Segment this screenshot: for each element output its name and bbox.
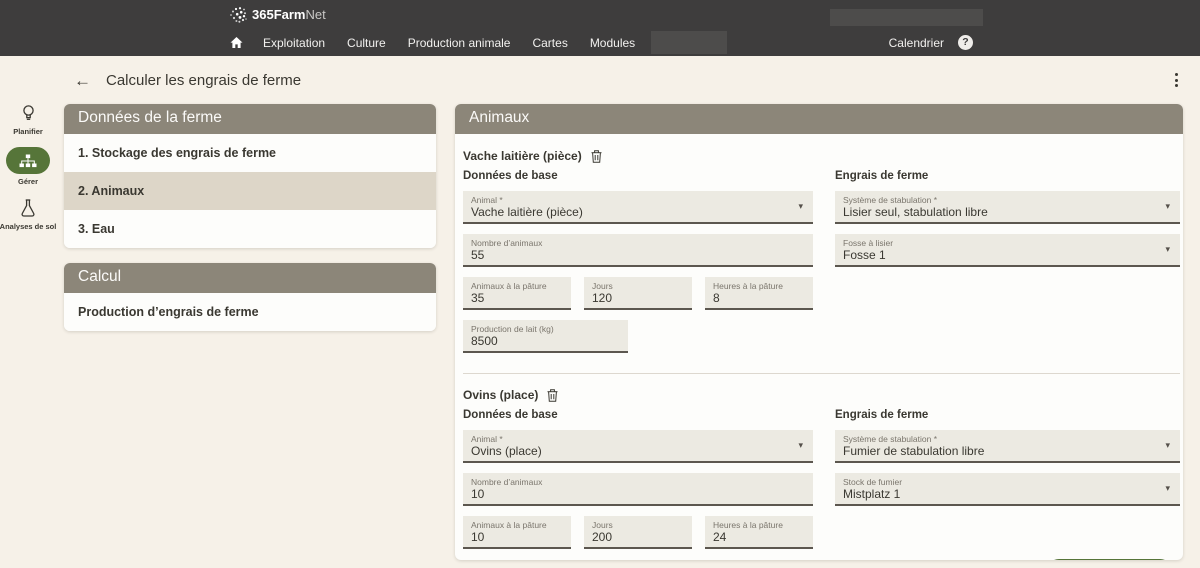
pasture-animals-input[interactable]: Animaux à la pâture 10 [463, 516, 571, 549]
back-arrow-icon[interactable]: ← [74, 72, 91, 89]
redacted-search-field[interactable] [830, 9, 983, 26]
nav-cartes[interactable]: Cartes [521, 36, 578, 50]
chevron-down-icon: ▾ [1165, 244, 1170, 255]
manure-storage-select[interactable]: Stock de fumier Mistplatz 1 ▾ [835, 473, 1180, 506]
step-item-eau[interactable]: 3. Eau [64, 210, 436, 248]
pasture-hours-input[interactable]: Heures à la pâture 8 [705, 277, 813, 310]
topbar-logo-row: 365FarmNet [0, 0, 1200, 29]
help-icon[interactable]: ? [958, 35, 973, 50]
chevron-down-icon: ▾ [798, 440, 803, 451]
animal-select[interactable]: Animal * Vache laitière (pièce) ▾ [463, 191, 813, 224]
chevron-down-icon: ▾ [1165, 440, 1170, 451]
topbar-right: Calendrier ? [889, 35, 973, 50]
animal-count-input[interactable]: Nombre d’animaux 10 [463, 473, 813, 506]
animals-panel-footer: Ajouter un animal [463, 559, 1180, 560]
housing-system-select[interactable]: Système de stabulation * Fumier de stabu… [835, 430, 1180, 463]
flask-icon [20, 197, 36, 219]
nav-culture[interactable]: Culture [336, 36, 397, 50]
active-pill [6, 147, 50, 174]
calc-panel-title: Calcul [64, 263, 436, 293]
base-data-column: Données de base Animal * Ovins (place) ▾… [463, 408, 813, 559]
pasture-hours-input[interactable]: Heures à la pâture 24 [705, 516, 813, 549]
rail-item-planifier[interactable]: Planifier [13, 102, 43, 136]
top-navigation-bar: 365FarmNet Exploitation Culture Producti… [0, 0, 1200, 56]
animals-panel: Animaux Vache laitière (pièce) [455, 104, 1183, 560]
nav-modules[interactable]: Modules [579, 36, 646, 50]
slurry-pit-select[interactable]: Fosse à lisier Fosse 1 ▾ [835, 234, 1180, 267]
logo-dots-icon [228, 5, 248, 25]
housing-system-select[interactable]: Système de stabulation * Lisier seul, st… [835, 191, 1180, 224]
calc-item-production[interactable]: Production d’engrais de ferme [64, 293, 436, 331]
days-input[interactable]: Jours 200 [584, 516, 692, 549]
animals-panel-body: Vache laitière (pièce) [455, 134, 1183, 560]
manure-heading: Engrais de ferme [835, 169, 1180, 183]
sitemap-icon [19, 154, 37, 168]
chevron-down-icon: ▾ [798, 201, 803, 212]
nav-production-animale[interactable]: Production animale [397, 36, 522, 50]
calc-panel: Calcul Production d’engrais de ferme [64, 263, 436, 331]
animal-section-name: Ovins (place) [463, 388, 538, 402]
content-columns: Données de la ferme 1. Stockage des engr… [56, 104, 1200, 560]
pasture-animals-input[interactable]: Animaux à la pâture 35 [463, 277, 571, 310]
logo-text: 365FarmNet [252, 7, 326, 22]
main-content: ← Calculer les engrais de ferme Données … [56, 56, 1200, 568]
chevron-down-icon: ▾ [1165, 483, 1170, 494]
add-animal-button[interactable]: Ajouter un animal [1047, 559, 1172, 560]
animal-section-vache-laitiere: Vache laitière (pièce) [463, 149, 1180, 363]
left-column: Données de la ferme 1. Stockage des engr… [64, 104, 436, 331]
nav-calendrier[interactable]: Calendrier [889, 36, 944, 50]
base-data-column: Données de base Animal * Vache laitière … [463, 169, 813, 363]
step-item-animaux[interactable]: 2. Animaux [64, 172, 436, 210]
page-title: Calculer les engrais de ferme [106, 72, 301, 89]
trash-icon[interactable] [547, 389, 558, 402]
page-title-bar: ← Calculer les engrais de ferme [56, 56, 1200, 104]
base-data-heading: Données de base [463, 408, 813, 422]
home-icon[interactable] [230, 36, 243, 49]
manure-column: Engrais de ferme Système de stabulation … [835, 408, 1180, 516]
trash-icon[interactable] [591, 150, 602, 163]
animal-select[interactable]: Animal * Ovins (place) ▾ [463, 430, 813, 463]
animal-count-input[interactable]: Nombre d’animaux 55 [463, 234, 813, 267]
milk-production-input[interactable]: Production de lait (kg) 8500 [463, 320, 628, 353]
kebab-menu-icon[interactable] [1169, 69, 1184, 91]
farm-data-panel-title: Données de la ferme [64, 104, 436, 134]
rail-item-gerer[interactable]: Gérer [6, 147, 50, 186]
step-item-stockage[interactable]: 1. Stockage des engrais de ferme [64, 134, 436, 172]
section-divider [463, 373, 1180, 374]
animal-section-name: Vache laitière (pièce) [463, 149, 582, 163]
lightbulb-icon [19, 102, 38, 124]
page-layout: Planifier [0, 56, 1200, 568]
left-icon-rail: Planifier [0, 56, 56, 568]
nav-exploitation[interactable]: Exploitation [252, 36, 336, 50]
days-input[interactable]: Jours 120 [584, 277, 692, 310]
chevron-down-icon: ▾ [1165, 201, 1170, 212]
topbar-nav-row: Exploitation Culture Production animale … [0, 29, 1200, 56]
redacted-nav-item[interactable] [651, 31, 727, 54]
animal-section-ovins: Ovins (place) Données [463, 388, 1180, 559]
manure-column: Engrais de ferme Système de stabulation … [835, 169, 1180, 277]
rail-item-analyses-de-sol[interactable]: Analyses de sol [0, 197, 56, 231]
animals-panel-title: Animaux [455, 104, 1183, 134]
farm-data-panel: Données de la ferme 1. Stockage des engr… [64, 104, 436, 248]
logo[interactable]: 365FarmNet [228, 5, 326, 25]
base-data-heading: Données de base [463, 169, 813, 183]
manure-heading: Engrais de ferme [835, 408, 1180, 422]
